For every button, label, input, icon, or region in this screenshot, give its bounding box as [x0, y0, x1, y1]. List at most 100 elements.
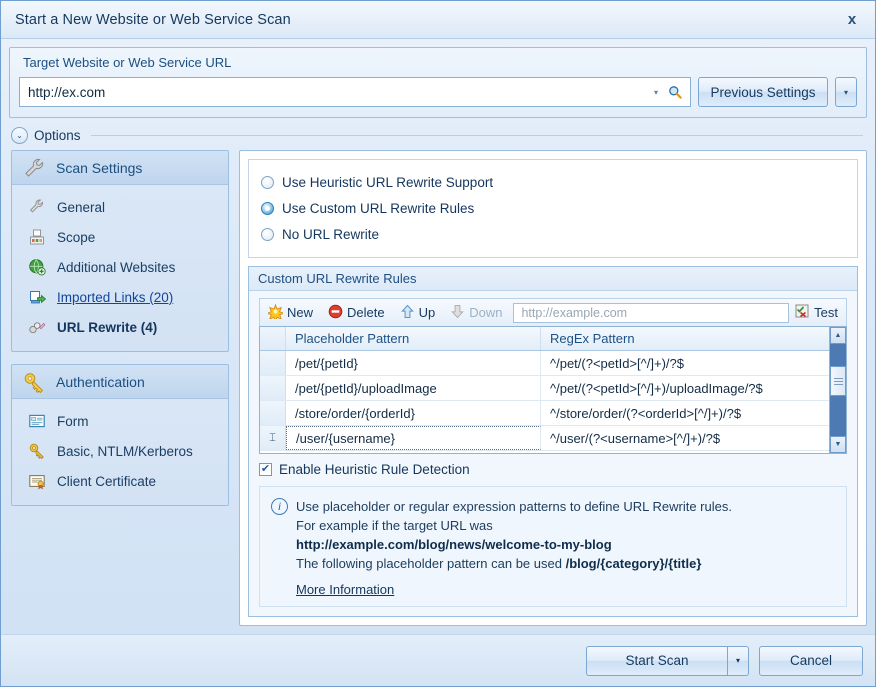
start-scan-button[interactable]: Start Scan	[586, 646, 727, 676]
new-rule-button[interactable]: New	[264, 302, 320, 324]
sidebar-item-additional-websites[interactable]: Additional Websites	[12, 252, 228, 282]
row-selector[interactable]	[260, 376, 286, 400]
sidebar-item-general[interactable]: General	[12, 192, 228, 222]
chevron-down-icon[interactable]: ▾	[648, 88, 664, 97]
key-small-icon	[26, 442, 48, 460]
column-header-placeholder-pattern[interactable]: Placeholder Pattern	[286, 327, 541, 350]
cell-regex-pattern[interactable]: ^/store/order/(?<orderId>[^/]+)/?$	[541, 401, 829, 425]
grid-main: Placeholder Pattern RegEx Pattern /pet/{…	[260, 327, 829, 453]
grid-vertical-scrollbar[interactable]: ▲ ▼	[829, 327, 846, 453]
row-selector[interactable]	[260, 351, 286, 375]
move-up-label: Up	[419, 305, 436, 320]
checkbox-icon[interactable]: ✔	[259, 463, 272, 476]
grid-rows: /pet/{petId} ^/pet/(?<petId>[^/]+)/?$ /p…	[260, 351, 829, 453]
grid-header-row: Placeholder Pattern RegEx Pattern	[260, 327, 829, 351]
radio-icon[interactable]	[261, 202, 274, 215]
options-section-header[interactable]: ⌄ Options	[11, 127, 863, 144]
url-input[interactable]: http://ex.com ▾	[19, 77, 691, 107]
url-rewrite-icon	[26, 318, 48, 336]
arrow-up-icon	[400, 304, 415, 322]
nav-header-label: Scan Settings	[56, 160, 142, 176]
target-url-group: Target Website or Web Service URL http:/…	[9, 47, 867, 118]
radio-label: Use Custom URL Rewrite Rules	[282, 201, 474, 216]
scope-icon	[26, 228, 48, 246]
sidebar-item-label: Imported Links (20)	[57, 290, 173, 305]
scrollbar-thumb[interactable]	[830, 366, 846, 396]
custom-rules-group-label: Custom URL Rewrite Rules	[249, 267, 857, 291]
table-row[interactable]: /pet/{petId} ^/pet/(?<petId>[^/]+)/?$	[260, 351, 829, 376]
sidebar-item-form[interactable]: Form	[12, 406, 228, 436]
nav-header-authentication[interactable]: Authentication	[12, 365, 228, 399]
sidebar-item-label: URL Rewrite (4)	[57, 320, 157, 335]
sidebar-item-label: Scope	[57, 230, 95, 245]
sidebar-item-label: Form	[57, 414, 89, 429]
rules-toolbar: New Delete	[259, 298, 847, 326]
table-row[interactable]: ⌶ /user/{username} ^/user/(?<username>[^…	[260, 426, 829, 451]
row-selector[interactable]	[260, 401, 286, 425]
radio-label: Use Heuristic URL Rewrite Support	[282, 175, 493, 190]
rewrite-rules-grid: Placeholder Pattern RegEx Pattern /pet/{…	[259, 326, 847, 454]
row-selector[interactable]: ⌶	[260, 426, 286, 450]
enable-heuristic-rule-detection-checkbox[interactable]: ✔ Enable Heuristic Rule Detection	[259, 462, 847, 477]
table-row[interactable]: /pet/{petId}/uploadImage ^/pet/(?<petId>…	[260, 376, 829, 401]
sidebar-item-scope[interactable]: Scope	[12, 222, 228, 252]
scroll-down-icon[interactable]: ▼	[830, 436, 846, 453]
start-scan-dropdown-icon[interactable]: ▾	[727, 646, 749, 676]
title-bar: Start a New Website or Web Service Scan …	[1, 1, 875, 39]
nav-items-scan-settings: General Scope	[12, 185, 228, 351]
chevron-down-icon[interactable]: ⌄	[11, 127, 28, 144]
move-up-button[interactable]: Up	[396, 302, 443, 324]
radio-label: No URL Rewrite	[282, 227, 379, 242]
scrollbar-grip-icon	[834, 378, 843, 385]
import-links-icon	[26, 288, 48, 306]
table-row[interactable]: /store/order/{orderId} ^/store/order/(?<…	[260, 401, 829, 426]
cell-placeholder-pattern[interactable]: /pet/{petId}	[286, 351, 541, 375]
previous-settings-button[interactable]: Previous Settings	[698, 77, 828, 107]
sidebar: Scan Settings General	[11, 150, 229, 634]
search-icon[interactable]	[664, 85, 686, 99]
radio-icon[interactable]	[261, 228, 274, 241]
previous-settings-dropdown-icon[interactable]: ▾	[835, 77, 857, 107]
move-down-button: Down	[446, 302, 509, 324]
radio-icon[interactable]	[261, 176, 274, 189]
column-header-regex-pattern[interactable]: RegEx Pattern	[541, 327, 829, 350]
options-content-panel: Use Heuristic URL Rewrite Support Use Cu…	[239, 150, 867, 626]
info-box: i Use placeholder or regular expression …	[259, 486, 847, 607]
info-example-pattern: /blog/{category}/{title}	[566, 556, 702, 571]
nav-header-scan-settings[interactable]: Scan Settings	[12, 151, 228, 185]
cell-regex-pattern[interactable]: ^/pet/(?<petId>[^/]+)/?$	[541, 351, 829, 375]
scroll-up-icon[interactable]: ▲	[830, 327, 846, 344]
info-line-4-prefix: The following placeholder pattern can be…	[296, 556, 566, 571]
nav-group-authentication: Authentication Form	[11, 364, 229, 506]
grid-header-selector	[260, 327, 286, 350]
cell-placeholder-pattern[interactable]: /store/order/{orderId}	[286, 401, 541, 425]
sidebar-item-client-certificate[interactable]: Client Certificate	[12, 466, 228, 496]
close-icon[interactable]: x	[839, 8, 865, 32]
new-rule-label: New	[287, 305, 313, 320]
checkbox-label: Enable Heuristic Rule Detection	[279, 462, 470, 477]
sidebar-item-imported-links[interactable]: Imported Links (20)	[12, 282, 228, 312]
radio-use-custom-url-rewrite-rules[interactable]: Use Custom URL Rewrite Rules	[261, 195, 845, 221]
radio-use-heuristic-url-rewrite[interactable]: Use Heuristic URL Rewrite Support	[261, 169, 845, 195]
info-text: Use placeholder or regular expression pa…	[296, 497, 732, 596]
cell-placeholder-pattern[interactable]: /pet/{petId}/uploadImage	[286, 376, 541, 400]
cell-placeholder-pattern[interactable]: /user/{username}	[286, 426, 541, 450]
nav-header-label: Authentication	[56, 374, 145, 390]
test-url-placeholder: http://example.com	[521, 306, 627, 320]
target-url-group-label: Target Website or Web Service URL	[23, 55, 857, 70]
radio-no-url-rewrite[interactable]: No URL Rewrite	[261, 221, 845, 247]
info-line-2: For example if the target URL was	[296, 516, 732, 535]
sidebar-item-label: Basic, NTLM/Kerberos	[57, 444, 193, 459]
more-information-link[interactable]: More Information	[296, 580, 394, 599]
cancel-button[interactable]: Cancel	[759, 646, 863, 676]
scrollbar-track[interactable]	[830, 344, 846, 436]
cell-regex-pattern[interactable]: ^/user/(?<username>[^/]+)/?$	[541, 426, 829, 450]
test-url-input[interactable]: http://example.com	[513, 303, 789, 323]
form-icon	[26, 412, 48, 430]
sidebar-item-url-rewrite[interactable]: URL Rewrite (4)	[12, 312, 228, 342]
cell-regex-pattern[interactable]: ^/pet/(?<petId>[^/]+)/uploadImage/?$	[541, 376, 829, 400]
delete-rule-button[interactable]: Delete	[324, 302, 392, 324]
delete-icon	[328, 304, 343, 322]
sidebar-item-basic-ntlm-kerberos[interactable]: Basic, NTLM/Kerberos	[12, 436, 228, 466]
test-button[interactable]: Test	[795, 304, 842, 321]
